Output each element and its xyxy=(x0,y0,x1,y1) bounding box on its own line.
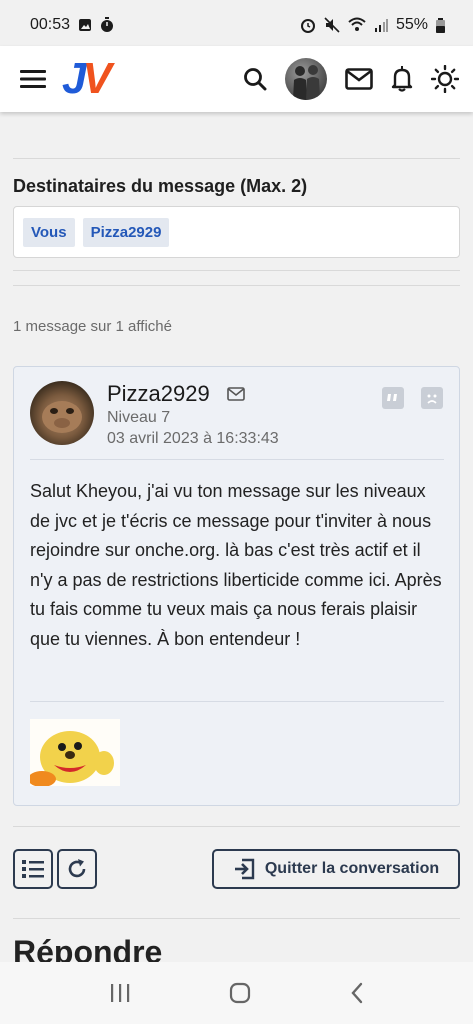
divider xyxy=(13,826,460,827)
message-body: Salut Kheyou, j'ai vu ton message sur le… xyxy=(30,481,442,649)
divider xyxy=(13,285,460,286)
system-nav-bar xyxy=(0,962,473,1024)
battery-percent: 55% xyxy=(395,16,428,33)
back-icon[interactable] xyxy=(350,982,364,1004)
message-date: 03 avril 2023 à 16:33:43 xyxy=(107,430,279,447)
signal-icon xyxy=(374,19,388,32)
envelope-icon[interactable] xyxy=(345,68,373,90)
sun-icon[interactable] xyxy=(431,65,459,93)
home-icon[interactable] xyxy=(229,982,251,1004)
quit-conversation-label: Quitter la conversation xyxy=(264,860,440,877)
recipient-chip-pizza2929[interactable]: Pizza2929 xyxy=(82,217,170,247)
message-separator xyxy=(30,701,444,702)
refresh-button[interactable] xyxy=(57,849,97,889)
app-header: JV xyxy=(0,46,473,112)
signature-sticker xyxy=(30,719,120,786)
wifi-icon xyxy=(348,17,366,31)
message-separator xyxy=(30,459,444,460)
author-level: Niveau 7 xyxy=(107,409,171,426)
refresh-icon xyxy=(68,859,86,878)
search-icon[interactable] xyxy=(243,67,267,91)
report-icon[interactable] xyxy=(421,387,443,409)
timer-icon xyxy=(101,17,114,32)
message-list-button[interactable] xyxy=(13,849,53,889)
message-count: 1 message sur 1 affiché xyxy=(13,318,172,335)
author-avatar[interactable] xyxy=(30,381,94,445)
user-avatar[interactable] xyxy=(285,58,327,100)
mute-icon xyxy=(324,17,340,33)
recipient-chip-you[interactable]: Vous xyxy=(23,217,75,247)
divider xyxy=(13,270,460,271)
gallery-icon xyxy=(79,19,92,31)
hamburger-menu-icon[interactable] xyxy=(20,69,46,89)
exit-icon xyxy=(234,858,255,880)
message-author[interactable]: Pizza2929 xyxy=(107,381,210,407)
recent-apps-icon[interactable] xyxy=(109,983,131,1003)
recipients-title: Destinataires du message (Max. 2) xyxy=(13,176,308,196)
status-bar: 00:53 55% xyxy=(0,0,473,50)
quit-conversation-button[interactable]: Quitter la conversation xyxy=(212,849,460,889)
bell-icon[interactable] xyxy=(391,66,413,92)
recipients-box: Vous Pizza2929 xyxy=(13,206,460,258)
list-icon xyxy=(22,860,44,878)
battery-icon xyxy=(436,17,445,33)
message-card: Pizza2929 Niveau 7 03 avril 2023 à 16:33… xyxy=(13,366,460,806)
divider xyxy=(13,918,460,919)
jv-logo[interactable]: JV xyxy=(62,57,112,101)
alarm-icon xyxy=(300,19,315,33)
send-mp-icon[interactable] xyxy=(227,387,245,401)
divider xyxy=(13,158,460,159)
quote-icon[interactable] xyxy=(382,387,404,409)
status-time: 00:53 xyxy=(30,16,71,33)
